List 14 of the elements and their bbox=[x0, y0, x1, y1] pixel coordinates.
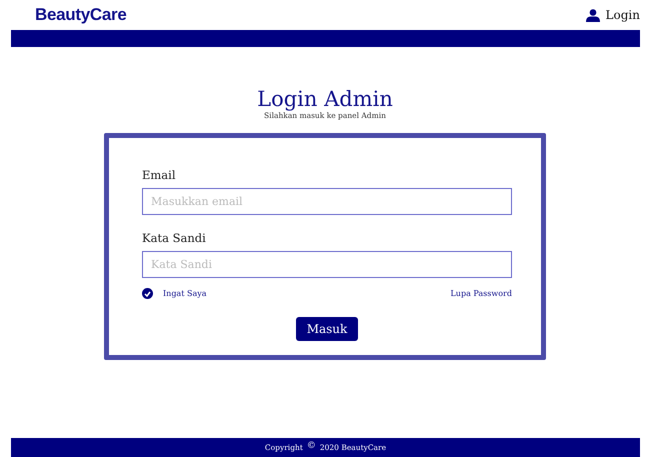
submit-button[interactable]: Masuk bbox=[296, 317, 358, 341]
input-field[interactable]: Masukkan email bbox=[142, 188, 512, 215]
page-title: Login Admin bbox=[257, 87, 393, 111]
field-label: Kata Sandi bbox=[142, 231, 207, 245]
copyright-symbol: © bbox=[306, 440, 316, 450]
user-icon bbox=[586, 8, 600, 22]
forgot-password-link[interactable]: Lupa Password bbox=[450, 289, 512, 298]
check-icon bbox=[144, 290, 151, 296]
field-label: Email bbox=[142, 168, 177, 182]
remember-label: Ingat Saya bbox=[163, 289, 206, 298]
input-field[interactable]: Kata Sandi bbox=[142, 251, 512, 278]
login-link[interactable]: Login bbox=[586, 8, 640, 22]
remember-checkbox[interactable] bbox=[142, 288, 153, 299]
brand-logo[interactable]: BeautyCare bbox=[35, 5, 126, 25]
